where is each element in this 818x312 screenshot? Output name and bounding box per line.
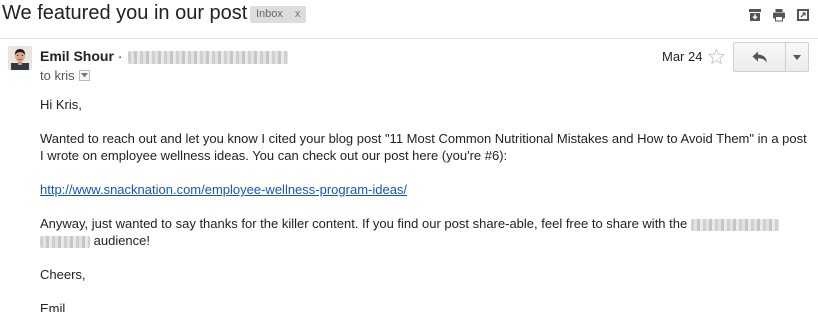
signature: Emil <box>40 301 66 312</box>
new-window-icon[interactable] <box>796 8 810 22</box>
email-body: Hi Kris, Wanted to reach out and let you… <box>40 96 810 312</box>
body-paragraph-1: Wanted to reach out and let you know I c… <box>40 131 807 163</box>
paragraph-2-end: audience! <box>93 233 151 248</box>
paragraph-2-text: Anyway, just wanted to say thanks for th… <box>40 216 688 231</box>
more-actions-button[interactable] <box>786 43 808 71</box>
sender-line: Emil Shour · <box>40 48 289 64</box>
email-date: Mar 24 <box>662 49 703 64</box>
inbox-label-text: Inbox <box>256 8 283 20</box>
email-subject: We featured you in our post <box>2 2 248 24</box>
sender-avatar[interactable] <box>8 46 32 70</box>
redacted-text <box>690 218 779 231</box>
subject-bar: We featured you in our post Inbox x <box>0 0 818 30</box>
redacted-sender-email <box>128 50 289 64</box>
recipient-details-dropdown[interactable] <box>78 70 90 81</box>
archive-icon[interactable] <box>748 8 762 22</box>
recipient-text: to kris <box>40 68 75 83</box>
print-icon[interactable] <box>772 8 786 22</box>
reply-button[interactable] <box>734 43 786 71</box>
sender-name[interactable]: Emil Shour <box>40 48 114 64</box>
greeting: Hi Kris, <box>40 97 82 112</box>
article-link[interactable]: http://www.snacknation.com/employee-well… <box>40 182 407 197</box>
closing: Cheers, <box>40 267 86 282</box>
redacted-text <box>40 235 90 248</box>
top-toolbar <box>748 8 810 22</box>
remove-label-button[interactable]: x <box>295 8 301 20</box>
sender-separator: · <box>117 48 123 64</box>
chevron-down-icon <box>793 54 801 60</box>
star-icon[interactable] <box>708 48 725 65</box>
reply-button-group <box>733 42 809 72</box>
chevron-down-icon <box>80 73 88 78</box>
header-divider <box>0 38 818 39</box>
inbox-label[interactable]: Inbox x <box>250 6 307 23</box>
reply-icon <box>752 51 767 63</box>
body-paragraph-2: Anyway, just wanted to say thanks for th… <box>40 215 810 249</box>
recipients-line: to kris <box>40 68 90 83</box>
